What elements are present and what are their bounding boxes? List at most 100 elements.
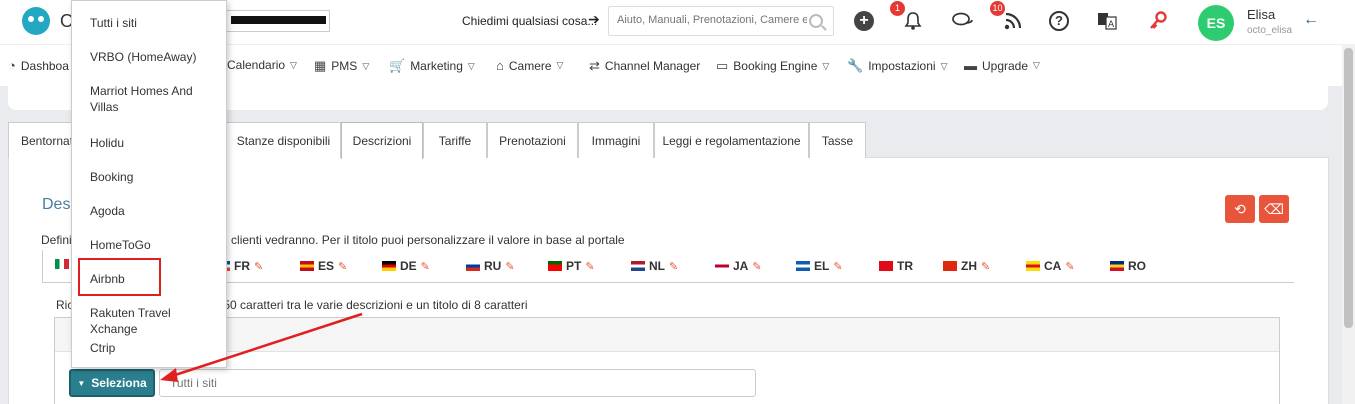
nav-item-calendario[interactable]: Calendario ▽ <box>227 58 297 72</box>
language-tab-ru[interactable]: RU ✎ <box>466 259 515 273</box>
language-tab-nl[interactable]: NL ✎ <box>631 259 678 273</box>
site-filter-field[interactable] <box>159 369 756 397</box>
language-tab-ro[interactable]: RO <box>1110 259 1146 273</box>
flag-ru-icon <box>466 261 480 271</box>
chevron-down-icon: ▽ <box>1033 60 1040 70</box>
nav-item-label: Camere <box>508 58 552 73</box>
tab-stanze-disponibili[interactable]: Stanze disponibili <box>226 122 341 158</box>
add-button[interactable]: + <box>851 8 877 34</box>
tab-tariffe[interactable]: Tariffe <box>423 122 487 158</box>
chevron-down-icon: ▽ <box>940 60 948 71</box>
language-tab-de[interactable]: DE ✎ <box>382 259 430 273</box>
search-input[interactable] <box>617 14 807 26</box>
flag-ro-icon <box>1110 261 1124 271</box>
language-code: RU <box>484 259 502 273</box>
edit-icon[interactable]: ✎ <box>338 260 347 273</box>
nav-item-label: Dashboa <box>20 58 69 73</box>
tab-tasse[interactable]: Tasse <box>809 122 866 158</box>
nav-item-pms[interactable]: ▦ PMS ▽ <box>314 58 369 74</box>
edit-icon[interactable]: ✎ <box>752 260 761 273</box>
dashboard-icon: ◔ <box>8 58 16 73</box>
language-tab-zh[interactable]: ZH ✎ <box>943 259 990 273</box>
language-tab-ca[interactable]: CA ✎ <box>1026 259 1075 273</box>
flag-ca-icon <box>1026 261 1040 271</box>
user-avatar[interactable]: ES <box>1198 5 1234 41</box>
dropdown-item-vrbo[interactable]: VRBO (HomeAway) <box>90 49 215 65</box>
language-tab-es[interactable]: ES ✎ <box>300 259 347 273</box>
language-tab-pt[interactable]: PT ✎ <box>548 259 595 273</box>
language-code: EL <box>814 259 830 273</box>
search-box[interactable] <box>608 6 834 36</box>
language-code: DE <box>400 259 417 273</box>
chevron-down-icon: ▽ <box>290 59 297 70</box>
edit-icon[interactable]: ✎ <box>669 260 678 273</box>
language-tab-it[interactable] <box>55 259 69 269</box>
key-button[interactable] <box>1145 8 1171 34</box>
user-name[interactable]: Elisa <box>1247 7 1275 22</box>
notification-count-badge: 1 <box>890 1 905 16</box>
help-button[interactable]: ? <box>1046 8 1072 34</box>
dropdown-item-ctrip[interactable]: Ctrip <box>90 340 215 356</box>
nav-item-channel-manager[interactable]: ⇄ Channel Manager <box>589 58 700 74</box>
dropdown-item-tutti[interactable]: Tutti i siti <box>90 15 215 31</box>
eraser-button[interactable]: ⌫ <box>1259 195 1289 223</box>
flag-el-icon <box>796 261 810 271</box>
edit-icon[interactable]: ✎ <box>254 260 263 273</box>
scrollbar-thumb[interactable] <box>1344 48 1353 328</box>
edit-icon[interactable]: ✎ <box>505 260 514 273</box>
nav-item-label: PMS <box>331 59 358 73</box>
tab-leggi-regolamentazione[interactable]: Leggi e regolamentazione <box>654 122 809 158</box>
select-site-button[interactable]: ▼ Seleziona <box>69 369 155 397</box>
nav-item-marketing[interactable]: 🛒 Marketing ▽ <box>389 58 475 74</box>
messages-button[interactable] <box>950 8 976 34</box>
tab-descrizioni[interactable]: Descrizioni <box>341 122 423 159</box>
translate-icon: A <box>1098 13 1117 30</box>
nav-item-camere[interactable]: ⌂ Camere ▽ <box>496 58 563 73</box>
chevron-down-icon: ▽ <box>822 60 830 71</box>
nav-item-label: Marketing <box>410 59 463 73</box>
tab-immagini[interactable]: Immagini <box>578 122 654 158</box>
search-icon[interactable] <box>809 14 823 28</box>
question-icon: ? <box>1049 11 1069 31</box>
monitor-icon: ▭ <box>716 58 729 73</box>
tab-bentornato[interactable]: Bentornat <box>8 122 72 158</box>
language-tab-tr[interactable]: TR <box>879 259 913 273</box>
dropdown-item-holidu[interactable]: Holidu <box>90 135 215 151</box>
flag-tr-icon <box>879 261 893 271</box>
language-code: ES <box>318 259 335 273</box>
dropdown-item-hometogo[interactable]: HomeToGo <box>90 237 215 253</box>
ask-label: Chiedimi qualsiasi cosa... <box>462 14 598 28</box>
language-code: NL <box>649 259 665 273</box>
collapse-arrow-icon[interactable]: ← <box>1303 11 1319 29</box>
chat-icon <box>952 12 973 26</box>
site-filter-input[interactable] <box>170 376 730 390</box>
edit-icon[interactable]: ✎ <box>981 260 990 273</box>
user-handle: octo_elisa <box>1247 25 1293 36</box>
language-tab-el[interactable]: EL ✎ <box>796 259 843 273</box>
editor-header <box>55 318 1279 352</box>
history-button[interactable]: ⟲ <box>1225 195 1255 223</box>
dropdown-item-marriott[interactable]: Marriot Homes And Villas <box>90 83 215 115</box>
edit-icon[interactable]: ✎ <box>585 260 594 273</box>
property-selector[interactable] <box>226 10 330 32</box>
language-tab-ja[interactable]: JA ✎ <box>715 259 762 273</box>
eraser-icon: ⌫ <box>1264 200 1284 217</box>
nav-item-upgrade[interactable]: ▬ Upgrade ▽ <box>964 58 1040 73</box>
tab-prenotazioni[interactable]: Prenotazioni <box>487 122 578 158</box>
home-icon: ⌂ <box>496 58 504 73</box>
octorate-logo-icon[interactable] <box>22 7 50 35</box>
translate-button[interactable]: A <box>1094 8 1120 34</box>
nav-item-dashboard[interactable]: ◔ Dashboa <box>8 58 69 73</box>
nav-item-impostazioni[interactable]: 🔧 Impostazioni ▽ <box>847 58 947 74</box>
edit-icon[interactable]: ✎ <box>421 260 430 273</box>
nav-item-booking-engine[interactable]: ▭ Booking Engine ▽ <box>716 58 829 74</box>
edit-icon[interactable]: ✎ <box>833 260 842 273</box>
dropdown-item-booking[interactable]: Booking <box>90 169 215 185</box>
nav-item-label: Impostazioni <box>868 59 936 73</box>
dropdown-item-rakuten[interactable]: Rakuten Travel Xchange <box>90 305 215 337</box>
dropdown-item-agoda[interactable]: Agoda <box>90 203 215 219</box>
nav-item-label: Upgrade <box>982 58 1029 73</box>
card-icon: ▬ <box>964 58 977 73</box>
edit-icon[interactable]: ✎ <box>1065 260 1074 273</box>
flag-es-icon <box>300 261 314 271</box>
